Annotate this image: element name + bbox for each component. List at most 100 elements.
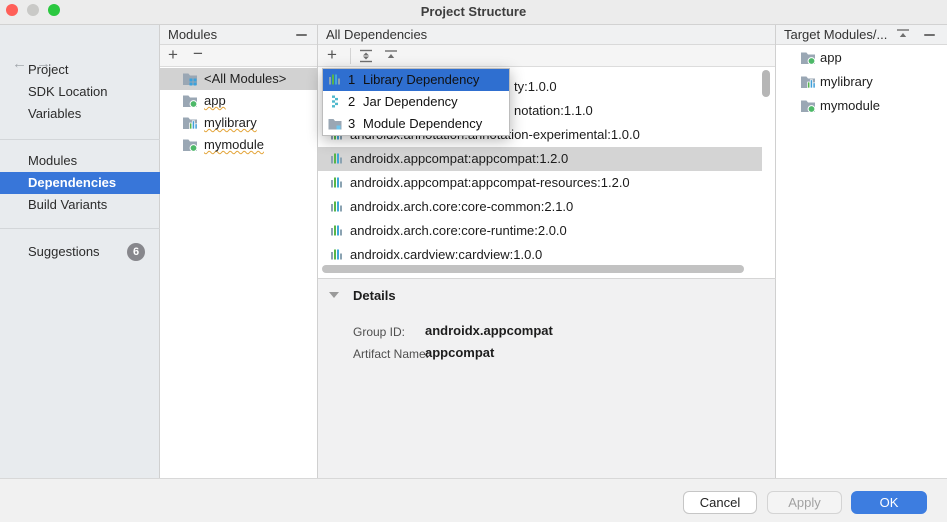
toolbar-divider xyxy=(350,48,351,64)
dependency-label-fragment: notation:1.1.0 xyxy=(514,99,593,123)
sidebar-item-label: Modules xyxy=(28,153,77,168)
module-label: app xyxy=(204,90,226,112)
target-modules-panel: Target Modules/... app mylibrary xyxy=(776,25,947,478)
dependency-row[interactable]: androidx.cardview:cardview:1.0.0 xyxy=(318,243,762,267)
dependencies-toolbar: + xyxy=(318,45,775,67)
add-module-button[interactable]: + xyxy=(168,45,178,65)
dependency-row-selected[interactable]: androidx.appcompat:appcompat:1.2.0 xyxy=(318,147,762,171)
library-icon xyxy=(330,224,344,238)
module-row-mylibrary[interactable]: mylibrary xyxy=(160,112,317,134)
library-icon xyxy=(328,73,342,87)
menu-item-module-dependency[interactable]: 3 Module Dependency xyxy=(323,113,509,135)
library-icon xyxy=(330,248,344,262)
menu-item-label: Jar Dependency xyxy=(363,91,458,113)
menu-item-label: Library Dependency xyxy=(363,69,479,91)
window-title: Project Structure xyxy=(0,4,947,19)
ok-button[interactable]: OK xyxy=(851,491,927,514)
module-folder-green-dot-icon xyxy=(800,50,816,65)
dependency-label-fragment: ty:1.0.0 xyxy=(514,75,557,99)
menu-mnemonic: 3 xyxy=(348,113,355,135)
sidebar-item-label: Dependencies xyxy=(28,175,116,190)
details-section: Details Group ID: androidx.appcompat Art… xyxy=(318,279,775,478)
menu-item-library-dependency[interactable]: 1 Library Dependency xyxy=(323,69,509,91)
apply-button[interactable]: Apply xyxy=(767,491,842,514)
menu-item-label: Module Dependency xyxy=(363,113,482,135)
sidebar-item-label: Variables xyxy=(28,106,81,121)
target-module-label: mylibrary xyxy=(820,70,873,94)
add-dependency-menu: 1 Library Dependency 2 Jar Dependency 3 … xyxy=(322,68,510,136)
sidebar-item-modules[interactable]: Modules xyxy=(0,150,160,172)
library-icon xyxy=(330,176,344,190)
sidebar-item-label: SDK Location xyxy=(28,84,108,99)
target-module-label: mymodule xyxy=(820,94,880,118)
library-icon xyxy=(330,152,344,166)
sidebar-item-label: Build Variants xyxy=(28,197,107,212)
module-icon xyxy=(328,117,342,131)
sidebar-divider xyxy=(0,139,160,140)
target-module-row-mylibrary[interactable]: mylibrary xyxy=(776,70,947,94)
all-dependencies-panel: All Dependencies + ty:1.0.0 notation:1.1… xyxy=(318,25,776,478)
target-modules-title: Target Modules/... xyxy=(784,27,887,42)
cancel-button[interactable]: Cancel xyxy=(683,491,757,514)
sidebar-item-dependencies[interactable]: Dependencies xyxy=(0,172,160,194)
sidebar-item-project[interactable]: Project xyxy=(0,59,160,81)
target-modules-list: app mylibrary mymodule xyxy=(776,46,947,118)
module-row-mymodule[interactable]: mymodule xyxy=(160,134,317,156)
group-id-value: androidx.appcompat xyxy=(425,323,553,338)
details-title: Details xyxy=(353,288,396,303)
dependency-label: androidx.arch.core:core-runtime:2.0.0 xyxy=(350,219,567,243)
module-row-all-modules[interactable]: <All Modules> xyxy=(160,68,317,90)
sidebar-item-label: Project xyxy=(28,62,68,77)
module-folder-library-icon xyxy=(182,115,198,130)
sidebar-item-suggestions[interactable]: Suggestions 6 xyxy=(0,241,160,263)
module-row-app[interactable]: app xyxy=(160,90,317,112)
artifact-name-label: Artifact Name: xyxy=(353,347,429,361)
target-module-row-mymodule[interactable]: mymodule xyxy=(776,94,947,118)
library-icon xyxy=(330,200,344,214)
module-folder-green-dot-icon xyxy=(182,137,198,152)
modules-panel: Modules + − <All Modules> app xyxy=(160,25,318,478)
dependency-label: androidx.appcompat:appcompat-resources:1… xyxy=(350,171,630,195)
module-label: mymodule xyxy=(204,134,264,156)
modules-list: <All Modules> app mylibrary mymodule xyxy=(160,68,317,156)
collapse-all-icon[interactable] xyxy=(895,28,911,42)
horizontal-scrollbar[interactable] xyxy=(322,265,744,273)
modules-toolbar: + − xyxy=(160,45,317,67)
sidebar-item-sdk-location[interactable]: SDK Location xyxy=(0,81,160,103)
minimize-panel-icon[interactable] xyxy=(296,34,307,36)
artifact-name-value: appcompat xyxy=(425,345,494,360)
sidebar-item-build-variants[interactable]: Build Variants xyxy=(0,194,160,216)
dialog-footer: Cancel Apply OK xyxy=(0,478,947,522)
collapse-all-icon[interactable] xyxy=(383,49,399,63)
suggestions-count-badge: 6 xyxy=(127,243,145,261)
module-label: <All Modules> xyxy=(204,68,286,90)
module-label: mylibrary xyxy=(204,112,257,134)
modules-panel-header: Modules xyxy=(160,25,317,45)
remove-module-button[interactable]: − xyxy=(193,44,203,64)
expand-all-icon[interactable] xyxy=(358,49,374,63)
menu-mnemonic: 2 xyxy=(348,91,355,113)
module-folder-green-dot-icon xyxy=(182,93,198,108)
vertical-scrollbar[interactable] xyxy=(762,70,770,97)
sidebar-item-variables[interactable]: Variables xyxy=(0,103,160,125)
jar-icon xyxy=(328,95,342,109)
target-module-row-app[interactable]: app xyxy=(776,46,947,70)
dependencies-panel-title: All Dependencies xyxy=(326,27,427,42)
modules-panel-title: Modules xyxy=(168,27,217,42)
dependency-row[interactable]: androidx.appcompat:appcompat-resources:1… xyxy=(318,171,762,195)
project-structure-dialog: Project Structure ← → Project SDK Locati… xyxy=(0,0,947,522)
dependency-label: androidx.cardview:cardview:1.0.0 xyxy=(350,243,542,267)
sidebar-item-label: Suggestions xyxy=(28,244,100,259)
menu-item-jar-dependency[interactable]: 2 Jar Dependency xyxy=(323,91,509,113)
target-module-label: app xyxy=(820,46,842,70)
dependency-label: androidx.appcompat:appcompat:1.2.0 xyxy=(350,147,568,171)
settings-sidebar: ← → Project SDK Location Variables Modul… xyxy=(0,25,160,478)
dependency-label: androidx.arch.core:core-common:2.1.0 xyxy=(350,195,573,219)
minimize-panel-icon[interactable] xyxy=(924,34,935,36)
all-modules-folder-icon xyxy=(182,71,198,86)
collapse-details-icon[interactable] xyxy=(329,292,339,298)
dependency-row[interactable]: androidx.arch.core:core-runtime:2.0.0 xyxy=(318,219,762,243)
add-dependency-button[interactable]: + xyxy=(327,45,337,65)
module-folder-library-icon xyxy=(800,74,816,89)
dependency-row[interactable]: androidx.arch.core:core-common:2.1.0 xyxy=(318,195,762,219)
